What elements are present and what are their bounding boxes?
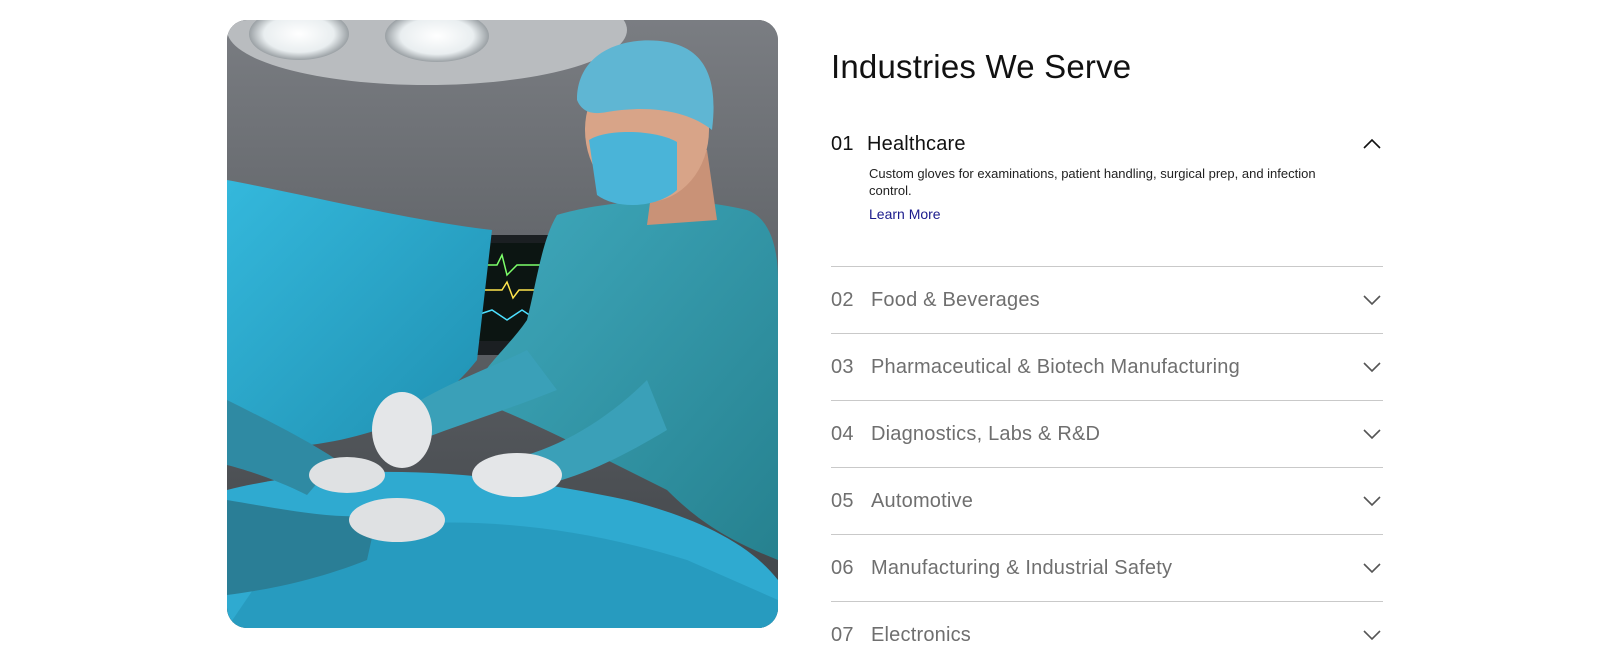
chevron-down-icon[interactable]	[1361, 356, 1383, 378]
accordion-number: 03	[831, 355, 854, 378]
accordion-item-automotive: 05 Automotive	[831, 468, 1383, 535]
accordion-label: Electronics	[871, 623, 972, 646]
accordion-label: Pharmaceutical & Biotech Manufacturing	[871, 355, 1240, 378]
industries-content: Industries We Serve 01 Healthcare Custom…	[831, 20, 1383, 656]
accordion-label: Diagnostics, Labs & R&D	[871, 422, 1101, 445]
accordion-description: Custom gloves for examinations, patient …	[869, 166, 1316, 198]
chevron-up-icon[interactable]	[1361, 133, 1383, 155]
accordion-header-automotive[interactable]: 05 Automotive	[831, 468, 1383, 534]
accordion-label: Healthcare	[867, 132, 966, 155]
accordion-item-diagnostics: 04 Diagnostics, Labs & R&D	[831, 401, 1383, 468]
accordion-item-food-beverages: 02 Food & Beverages	[831, 267, 1383, 334]
accordion-body-healthcare: Custom gloves for examinations, patient …	[831, 165, 1383, 266]
accordion-label: Automotive	[871, 489, 974, 512]
chevron-down-icon[interactable]	[1361, 289, 1383, 311]
section-title: Industries We Serve	[831, 48, 1132, 85]
accordion-header-electronics[interactable]: 07 Electronics	[831, 602, 1383, 656]
accordion-header-diagnostics[interactable]: 04 Diagnostics, Labs & R&D	[831, 401, 1383, 467]
chevron-down-icon[interactable]	[1361, 490, 1383, 512]
accordion-number: 01	[831, 132, 854, 155]
industries-accordion: 01 Healthcare Custom gloves for examinat…	[831, 118, 1383, 656]
accordion-header-manufacturing[interactable]: 06 Manufacturing & Industrial Safety	[831, 535, 1383, 601]
chevron-down-icon[interactable]	[1361, 423, 1383, 445]
accordion-item-manufacturing: 06 Manufacturing & Industrial Safety	[831, 535, 1383, 602]
accordion-item-pharmaceutical: 03 Pharmaceutical & Biotech Manufacturin…	[831, 334, 1383, 401]
accordion-number: 06	[831, 556, 854, 579]
accordion-number: 04	[831, 422, 854, 445]
accordion-item-electronics: 07 Electronics	[831, 602, 1383, 656]
accordion-number: 02	[831, 288, 854, 311]
accordion-label: Manufacturing & Industrial Safety	[871, 556, 1173, 579]
accordion-header-food-beverages[interactable]: 02 Food & Beverages	[831, 267, 1383, 333]
accordion-number: 07	[831, 623, 854, 646]
chevron-down-icon[interactable]	[1361, 557, 1383, 579]
surgeon-photo	[227, 20, 778, 628]
accordion-label: Food & Beverages	[871, 288, 1040, 311]
learn-more-link[interactable]: Learn More	[869, 206, 941, 222]
chevron-down-icon[interactable]	[1361, 624, 1383, 646]
accordion-number: 05	[831, 489, 854, 512]
industries-section: Industries We Serve 01 Healthcare Custom…	[0, 0, 1600, 656]
accordion-item-healthcare: 01 Healthcare Custom gloves for examinat…	[831, 118, 1383, 267]
accordion-header-pharmaceutical[interactable]: 03 Pharmaceutical & Biotech Manufacturin…	[831, 334, 1383, 400]
accordion-header-healthcare[interactable]: 01 Healthcare	[831, 118, 1383, 156]
